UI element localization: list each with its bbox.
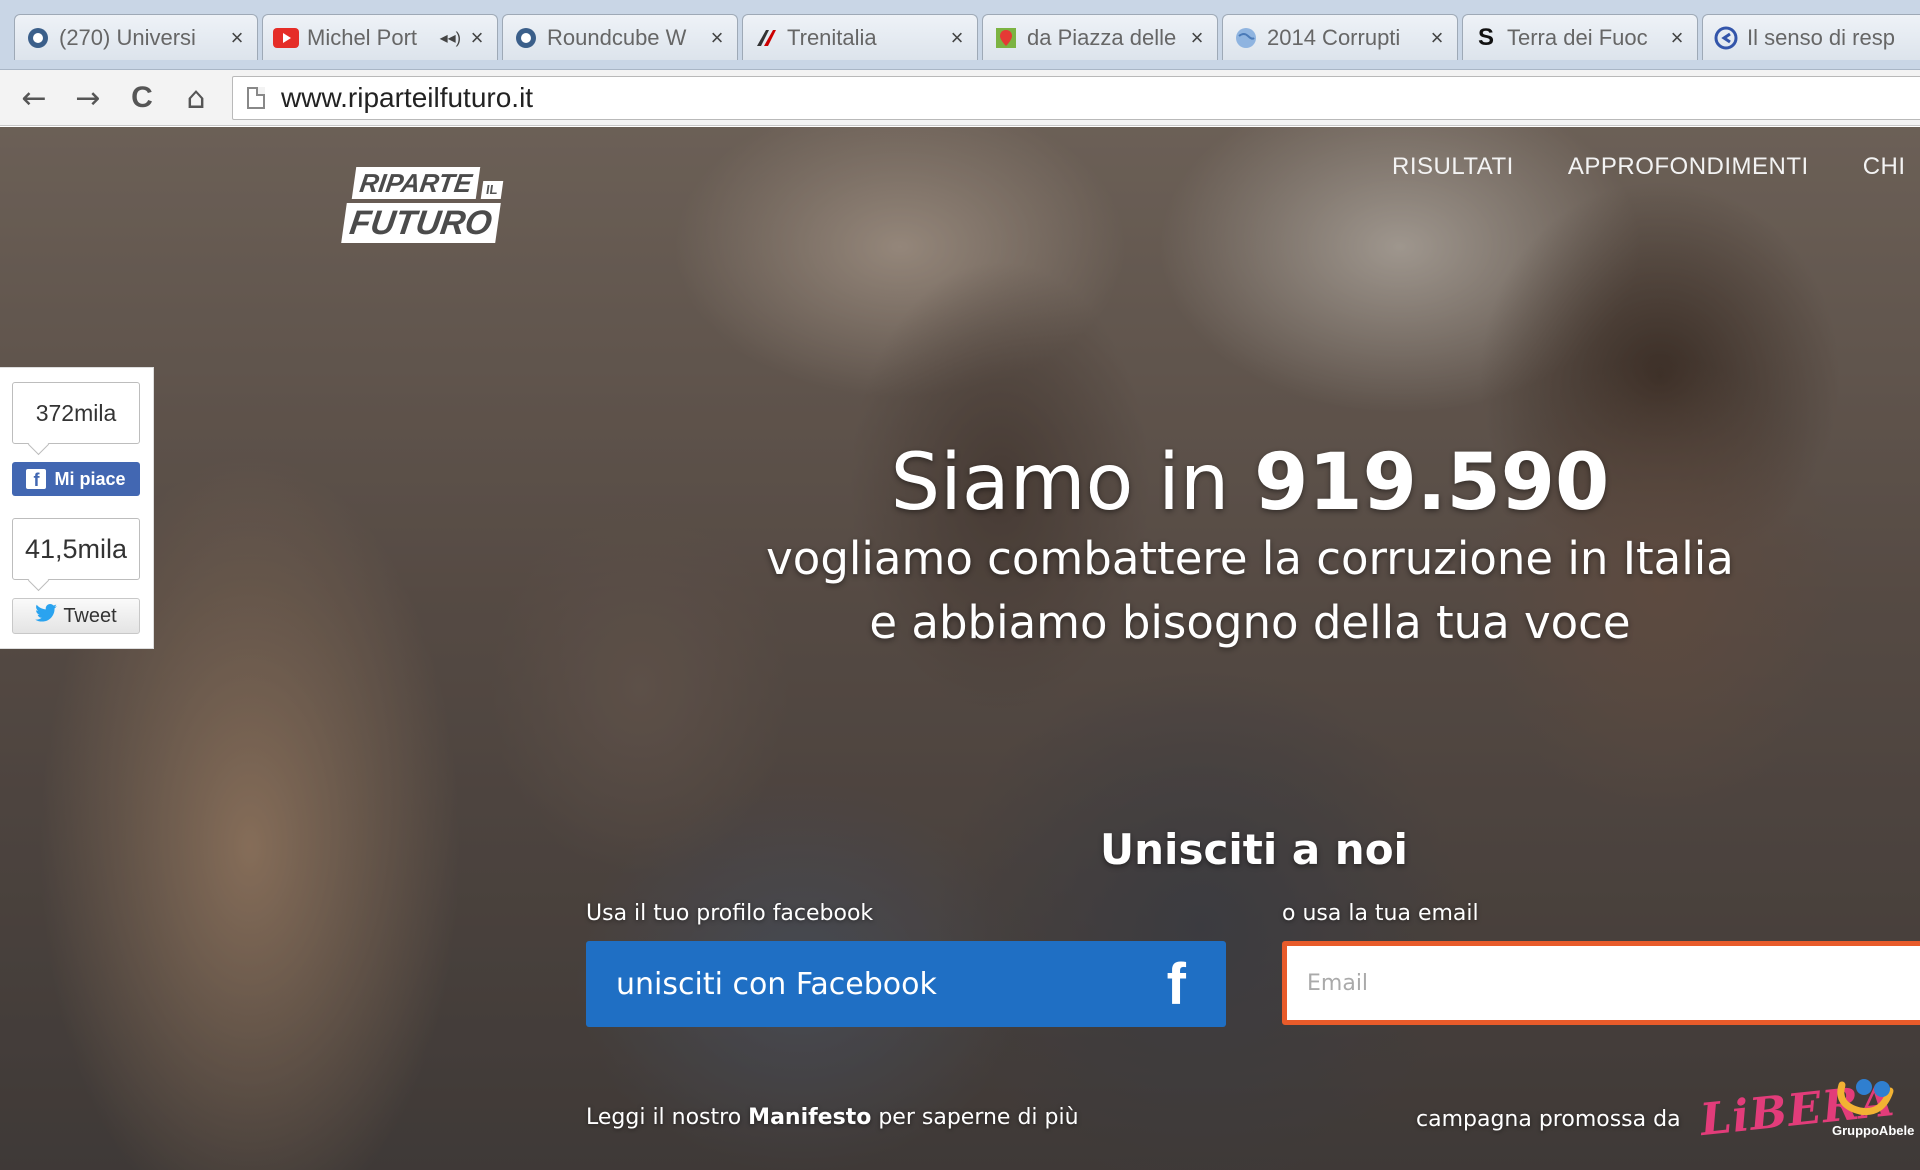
audio-playing-icon[interactable]: ◂◂) [440,28,461,48]
tab-title: Michel Port [307,24,418,50]
tab-close-icon[interactable]: × [467,25,487,51]
subheadline-line-2: e abbiamo bisogno della tua voce [869,596,1631,649]
tab-close-icon[interactable]: × [1667,25,1687,51]
tab-title: (270) Universi [59,24,196,50]
forward-button[interactable]: → [68,78,108,118]
gruppo-abele-text: GruppoAbele [1832,1123,1915,1138]
logo-futuro: FUTURO [341,203,501,243]
manifesto-prefix: Leggi il nostro [586,1105,749,1130]
tab-2[interactable]: Michel Port ◂◂) × [262,14,498,60]
nav-approfondimenti[interactable]: APPROFONDIMENTI [1568,153,1809,181]
globe-icon [1233,25,1259,51]
manifesto-suffix: per saperne di più [871,1105,1079,1130]
tab-5[interactable]: da Piazza delle × [982,14,1218,60]
s-icon: S [1477,23,1494,51]
manifesto-link-text[interactable]: Leggi il nostro Manifesto per saperne di… [586,1105,1079,1130]
roundcube-icon [25,25,51,51]
join-title: Unisciti a noi [1100,825,1408,874]
google-maps-icon [993,25,1019,51]
hero-section: RIPARTE IL FUTURO RISULTATI APPROFONDIME… [0,127,1920,1170]
home-button[interactable]: ⌂ [176,78,216,118]
address-bar[interactable]: www.riparteilfuturo.it [232,76,1920,120]
tab-7[interactable]: S Terra dei Fuoc × [1462,14,1698,60]
tab-title: 2014 Corrupti [1267,24,1401,50]
signatures-count: 919.590 [1254,438,1610,528]
tab-bar: (270) Universi × Michel Port ◂◂) × Round… [0,0,1920,70]
page-icon [247,87,265,109]
tab-close-icon[interactable]: × [707,25,727,51]
tab-close-icon[interactable]: × [227,25,247,51]
tab-title: Trenitalia [787,24,877,50]
gruppo-abele-logo[interactable]: GruppoAbele [1830,1077,1920,1147]
campaign-promoted-by: campagna promossa da [1416,1107,1681,1132]
top-navigation: RISULTATI APPROFONDIMENTI CHI [1392,153,1906,181]
subheadline-line-1: vogliamo combattere la corruzione in Ita… [766,532,1734,585]
email-label: o usa la tua email [1282,901,1479,926]
tab-3[interactable]: Roundcube W × [502,14,738,60]
headline: Siamo in 919.590 [0,435,1920,531]
site-logo[interactable]: RIPARTE IL FUTURO [341,167,516,245]
join-with-facebook-button[interactable]: unisciti con Facebook f [586,941,1226,1027]
url-text[interactable]: www.riparteilfuturo.it [281,82,533,114]
facebook-profile-label: Usa il tuo profilo facebook [586,901,874,926]
roundcube-icon [513,25,539,51]
tab-title: Roundcube W [547,24,687,50]
join-with-facebook-label: unisciti con Facebook [616,966,937,1002]
c-icon [1713,25,1739,51]
tab-close-icon[interactable]: × [1427,25,1447,51]
logo-riparte: RIPARTE [351,167,480,199]
tab-close-icon[interactable]: × [947,25,967,51]
email-field[interactable] [1282,941,1920,1025]
logo-il: IL [480,181,503,199]
manifesto-link[interactable]: Manifesto [748,1105,871,1130]
reload-button[interactable]: C [122,78,162,118]
youtube-icon [273,25,299,51]
nav-chi[interactable]: CHI [1863,153,1906,181]
tab-title: Terra dei Fuoc [1507,24,1648,50]
tab-8[interactable]: Il senso di resp [1702,14,1920,60]
trenitalia-icon [753,25,779,51]
tab-4[interactable]: Trenitalia × [742,14,978,60]
tab-title: Il senso di resp [1747,24,1895,50]
tab-close-icon[interactable]: × [1187,25,1207,51]
facebook-icon: f [1166,952,1186,1017]
tab-title: da Piazza delle [1027,24,1177,50]
headline-prefix: Siamo in [890,438,1255,528]
tab-1[interactable]: (270) Universi × [14,14,258,60]
gruppo-abele-mark-icon [1837,1079,1894,1116]
back-button[interactable]: ← [14,78,54,118]
browser-toolbar: ← → C ⌂ www.riparteilfuturo.it [0,70,1920,126]
nav-risultati[interactable]: RISULTATI [1392,153,1514,181]
tab-6[interactable]: 2014 Corrupti × [1222,14,1458,60]
